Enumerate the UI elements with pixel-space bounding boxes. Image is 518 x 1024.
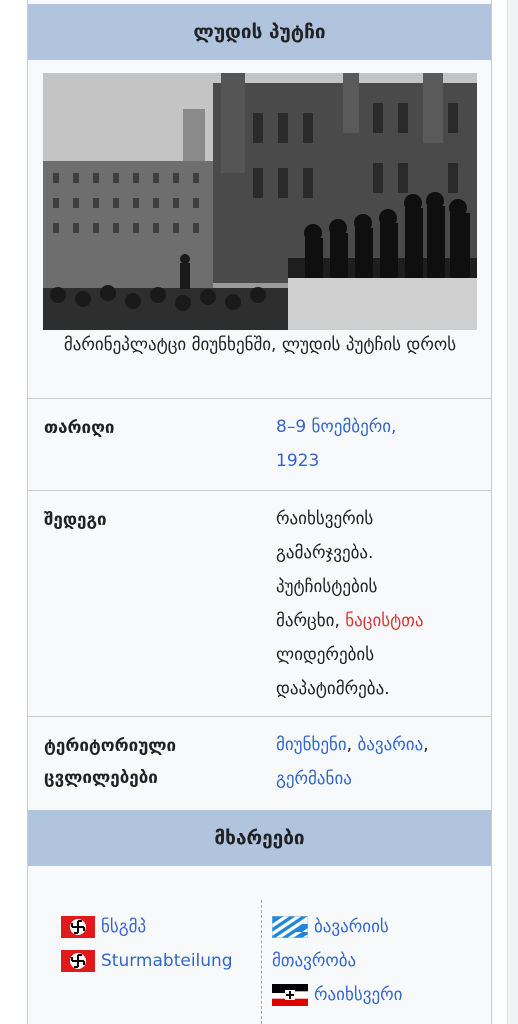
party-entry: Sturmabteilung — [61, 944, 233, 978]
result-text: მარცხი, — [276, 611, 340, 631]
left-belligerents: ნსგმპ Sturmabteilung — [61, 910, 233, 978]
sturmabteilung-link[interactable]: Sturmabteilung — [101, 944, 233, 978]
territorial-changes-label: ტერიტორიული ცვლილებები — [44, 730, 264, 794]
infobox-title: ლუდის პუტჩი — [28, 4, 491, 60]
result-line: დაპატიმრება. — [276, 679, 390, 699]
munich-link[interactable]: მიუნხენი — [276, 735, 347, 755]
bavaria-flag-icon — [272, 916, 308, 938]
result-value: რაიხსვერის გამარჯვება. პუტჩისტების მარცხ… — [276, 502, 481, 706]
marienplatz-photo — [43, 73, 477, 330]
date-label: თარიღი — [44, 418, 115, 438]
party-entry: მთავრობა — [272, 944, 402, 978]
territorial-label-line: ცვლილებები — [44, 768, 158, 788]
right-belligerents: ბავარიის მთავრობა რაიხსვერი — [272, 910, 402, 1012]
date-value: 8–9 ნოემბერი, 1923 — [276, 410, 481, 478]
result-line: ლიდერების — [276, 645, 375, 665]
infobox-photo[interactable] — [43, 73, 477, 330]
date-link[interactable]: 8–9 ნოემბერი, — [276, 417, 396, 437]
result-line: პუტჩისტების — [276, 577, 378, 597]
nazi-flag-icon — [61, 950, 95, 972]
party-entry: რაიხსვერი — [272, 978, 402, 1012]
bavaria-link[interactable]: ბავარია — [357, 735, 423, 755]
party-entry: ბავარიის — [272, 910, 402, 944]
result-line: რაიხსვერის — [276, 509, 374, 529]
reichswehr-link[interactable]: რაიხსვერი — [314, 978, 402, 1012]
bavarian-government-link[interactable]: ბავარიის — [314, 910, 389, 944]
result-line: გამარჯვება. — [276, 543, 374, 563]
page-edge-gutter — [508, 0, 518, 1024]
year-link[interactable]: 1923 — [276, 451, 319, 471]
belligerents-header: მხარეები — [28, 810, 491, 866]
nazi-flag-icon — [61, 916, 95, 938]
reichswehr-flag-icon — [272, 984, 308, 1006]
row-divider — [28, 398, 491, 399]
row-divider — [28, 490, 491, 491]
bavarian-government-link-continued[interactable]: მთავრობა — [272, 944, 356, 978]
row-divider — [28, 716, 491, 717]
nsdap-link[interactable]: ნსგმპ — [101, 910, 146, 944]
territorial-label-line: ტერიტორიული — [44, 736, 177, 756]
result-label: შედეგი — [44, 510, 107, 530]
party-entry: ნსგმპ — [61, 910, 233, 944]
germany-link[interactable]: გერმანია — [276, 769, 352, 789]
territorial-changes-value: მიუნხენი, ბავარია, გერმანია — [276, 735, 429, 789]
parties-separator — [261, 900, 262, 1024]
nazis-red-link[interactable]: ნაცისტთა — [345, 611, 423, 631]
image-caption: მარინეპლატცი მიუნხენში, ლუდის პუტჩის დრო… — [63, 335, 457, 355]
infobox: ლუდის პუტჩი მარინეპლატცი მიუნხენში, ლუდი… — [27, 0, 492, 1024]
